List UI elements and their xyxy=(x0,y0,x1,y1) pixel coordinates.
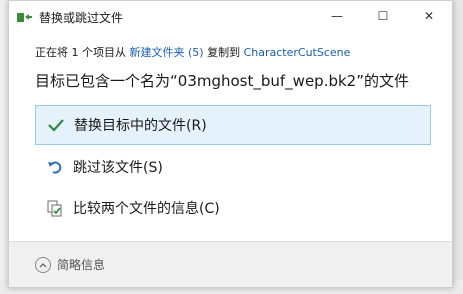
replace-option[interactable]: 替换目标中的文件(R) xyxy=(35,105,431,145)
dialog-title: 替换或跳过文件 xyxy=(39,11,124,25)
compare-option-label: 比较两个文件的信息(C) xyxy=(73,201,220,217)
maximize-button[interactable]: ☐ xyxy=(360,1,406,31)
maximize-icon: ☐ xyxy=(377,9,389,23)
close-button[interactable]: ✕ xyxy=(406,1,452,31)
replace-or-skip-dialog: 替换或跳过文件 — ☐ ✕ 正在将 1 个项目从 新建文件夹 (5) 复制到 C… xyxy=(8,0,453,288)
title-bar: 替换或跳过文件 — ☐ ✕ xyxy=(9,1,452,31)
close-icon: ✕ xyxy=(423,9,435,23)
status-prefix: 正在将 1 个项目从 xyxy=(35,46,126,59)
conflict-message: 目标已包含一个名为“03mghost_buf_wep.bk2”的文件 xyxy=(35,72,409,90)
dialog-footer: 简略信息 xyxy=(9,242,452,287)
chevron-up-icon xyxy=(35,256,51,273)
skip-icon xyxy=(43,159,67,175)
skip-option-label: 跳过该文件(S) xyxy=(73,160,163,176)
fewer-details-toggle[interactable]: 简略信息 xyxy=(35,256,105,273)
minimize-button[interactable]: — xyxy=(314,1,360,31)
check-icon xyxy=(44,118,68,132)
status-middle: 复制到 xyxy=(207,46,241,59)
minimize-icon: — xyxy=(331,9,343,23)
copy-status-line: 正在将 1 个项目从 新建文件夹 (5) 复制到 CharacterCutSce… xyxy=(35,44,350,60)
replace-option-label: 替换目标中的文件(R) xyxy=(74,118,207,134)
file-copy-icon xyxy=(17,13,32,22)
skip-option[interactable]: 跳过该文件(S) xyxy=(35,147,431,187)
destination-folder-link[interactable]: CharacterCutScene xyxy=(244,46,351,59)
source-folder-link[interactable]: 新建文件夹 (5) xyxy=(130,46,204,59)
fewer-details-label: 简略信息 xyxy=(57,258,106,272)
compare-option[interactable]: 比较两个文件的信息(C) xyxy=(35,188,431,228)
compare-icon xyxy=(43,199,67,217)
